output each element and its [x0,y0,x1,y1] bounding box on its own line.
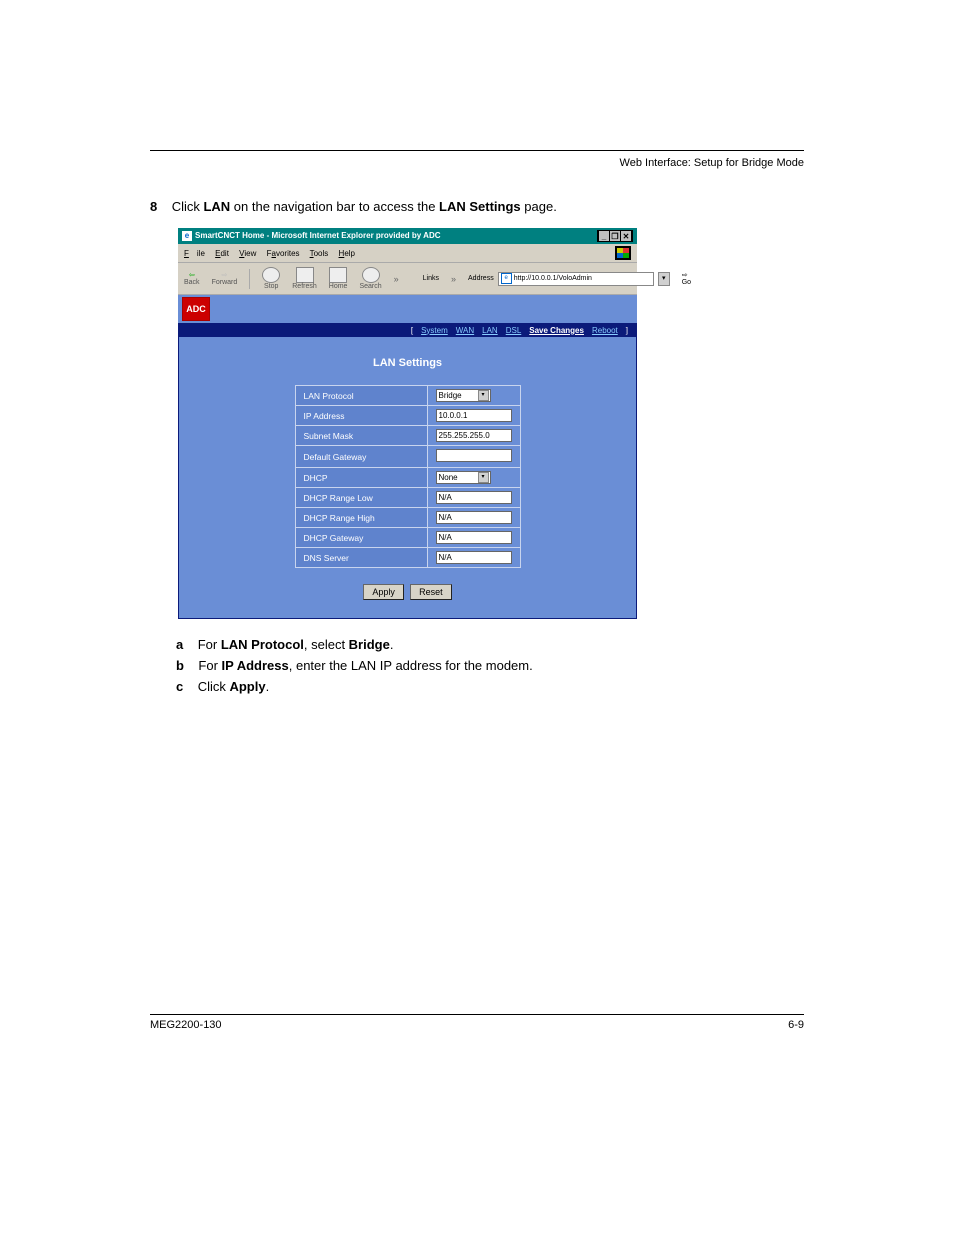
step-8: 8 Click LAN on the navigation bar to acc… [150,199,804,214]
refresh-button[interactable]: Refresh [292,267,317,290]
menu-tools[interactable]: Tools [310,249,329,258]
go-button[interactable]: ⇨ Go [682,271,691,286]
address-dropdown[interactable]: ▾ [658,272,670,286]
label-ip-address: IP Address [295,406,427,426]
label-dns-server: DNS Server [295,548,427,568]
label-subnet-mask: Subnet Mask [295,426,427,446]
panel-title: LAN Settings [239,357,576,369]
substep-c: c Click Apply. [150,679,804,694]
menu-view[interactable]: View [239,249,256,258]
brand-bar: ADC [178,295,637,323]
default-gateway-input[interactable] [436,449,512,462]
dhcp-range-high-input[interactable]: N/A [436,511,512,524]
dhcp-range-low-input[interactable]: N/A [436,491,512,504]
step-link-lan: LAN [203,199,230,214]
substep-b: b For IP Address, enter the LAN IP addre… [150,658,804,673]
lan-protocol-select[interactable]: Bridge▾ [436,389,491,402]
links-label: Links [423,275,439,282]
close-button[interactable]: ✕ [621,231,631,241]
label-dhcp-range-high: DHCP Range High [295,508,427,528]
dhcp-select[interactable]: None▾ [436,471,491,484]
nav-dsl[interactable]: DSL [503,326,525,335]
label-dhcp-gateway: DHCP Gateway [295,528,427,548]
maximize-button[interactable]: ❐ [610,231,620,241]
label-dhcp-range-low: DHCP Range Low [295,488,427,508]
label-lan-protocol: LAN Protocol [295,386,427,406]
menu-bar[interactable]: File Edit View Favorites Tools Help [184,249,363,258]
step-bold-lan-settings: LAN Settings [439,199,521,214]
nav-reboot[interactable]: Reboot [589,326,621,335]
page-header: Web Interface: Setup for Bridge Mode [150,157,804,169]
nav-lan[interactable]: LAN [479,326,501,335]
dhcp-gateway-input[interactable]: N/A [436,531,512,544]
minimize-button[interactable]: _ [599,231,609,241]
address-bar[interactable]: e http://10.0.0.1/VoloAdmin [498,272,654,286]
menu-file[interactable]: File [184,249,205,258]
address-label: Address [468,275,494,282]
label-dhcp: DHCP [295,468,427,488]
subnet-mask-input[interactable]: 255.255.255.0 [436,429,512,442]
step-number: 8 [150,199,157,214]
nav-system[interactable]: System [418,326,451,335]
footer-right: 6-9 [788,1019,804,1031]
menu-favorites[interactable]: Favorites [267,249,300,258]
apply-button[interactable]: Apply [363,584,404,600]
page-nav: [ System WAN LAN DSL Save Changes Reboot… [178,323,637,337]
dns-server-input[interactable]: N/A [436,551,512,564]
menu-edit[interactable]: Edit [215,249,229,258]
nav-wan[interactable]: WAN [453,326,477,335]
window-controls[interactable]: _ ❐ ✕ [597,230,633,242]
menu-help[interactable]: Help [339,249,355,258]
forward-button: ⇨Forward [212,271,238,286]
search-button[interactable]: Search [359,267,381,290]
home-button[interactable]: Home [329,267,348,290]
stop-button[interactable]: Stop [262,267,280,290]
reset-button[interactable]: Reset [410,584,452,600]
label-default-gateway: Default Gateway [295,446,427,468]
back-button[interactable]: ⇦Back [184,271,200,286]
footer-left: MEG2200-130 [150,1019,222,1031]
ip-address-input[interactable]: 10.0.0.1 [436,409,512,422]
substep-a: a For LAN Protocol, select Bridge. [150,637,804,652]
adc-logo: ADC [182,297,210,321]
lan-settings-table: LAN Protocol Bridge▾ IP Address 10.0.0.1… [295,385,521,568]
windows-logo-icon [615,246,631,260]
window-title: eSmartCNCT Home - Microsoft Internet Exp… [182,231,441,241]
embedded-screenshot: eSmartCNCT Home - Microsoft Internet Exp… [178,228,637,619]
nav-save-changes[interactable]: Save Changes [526,326,587,335]
